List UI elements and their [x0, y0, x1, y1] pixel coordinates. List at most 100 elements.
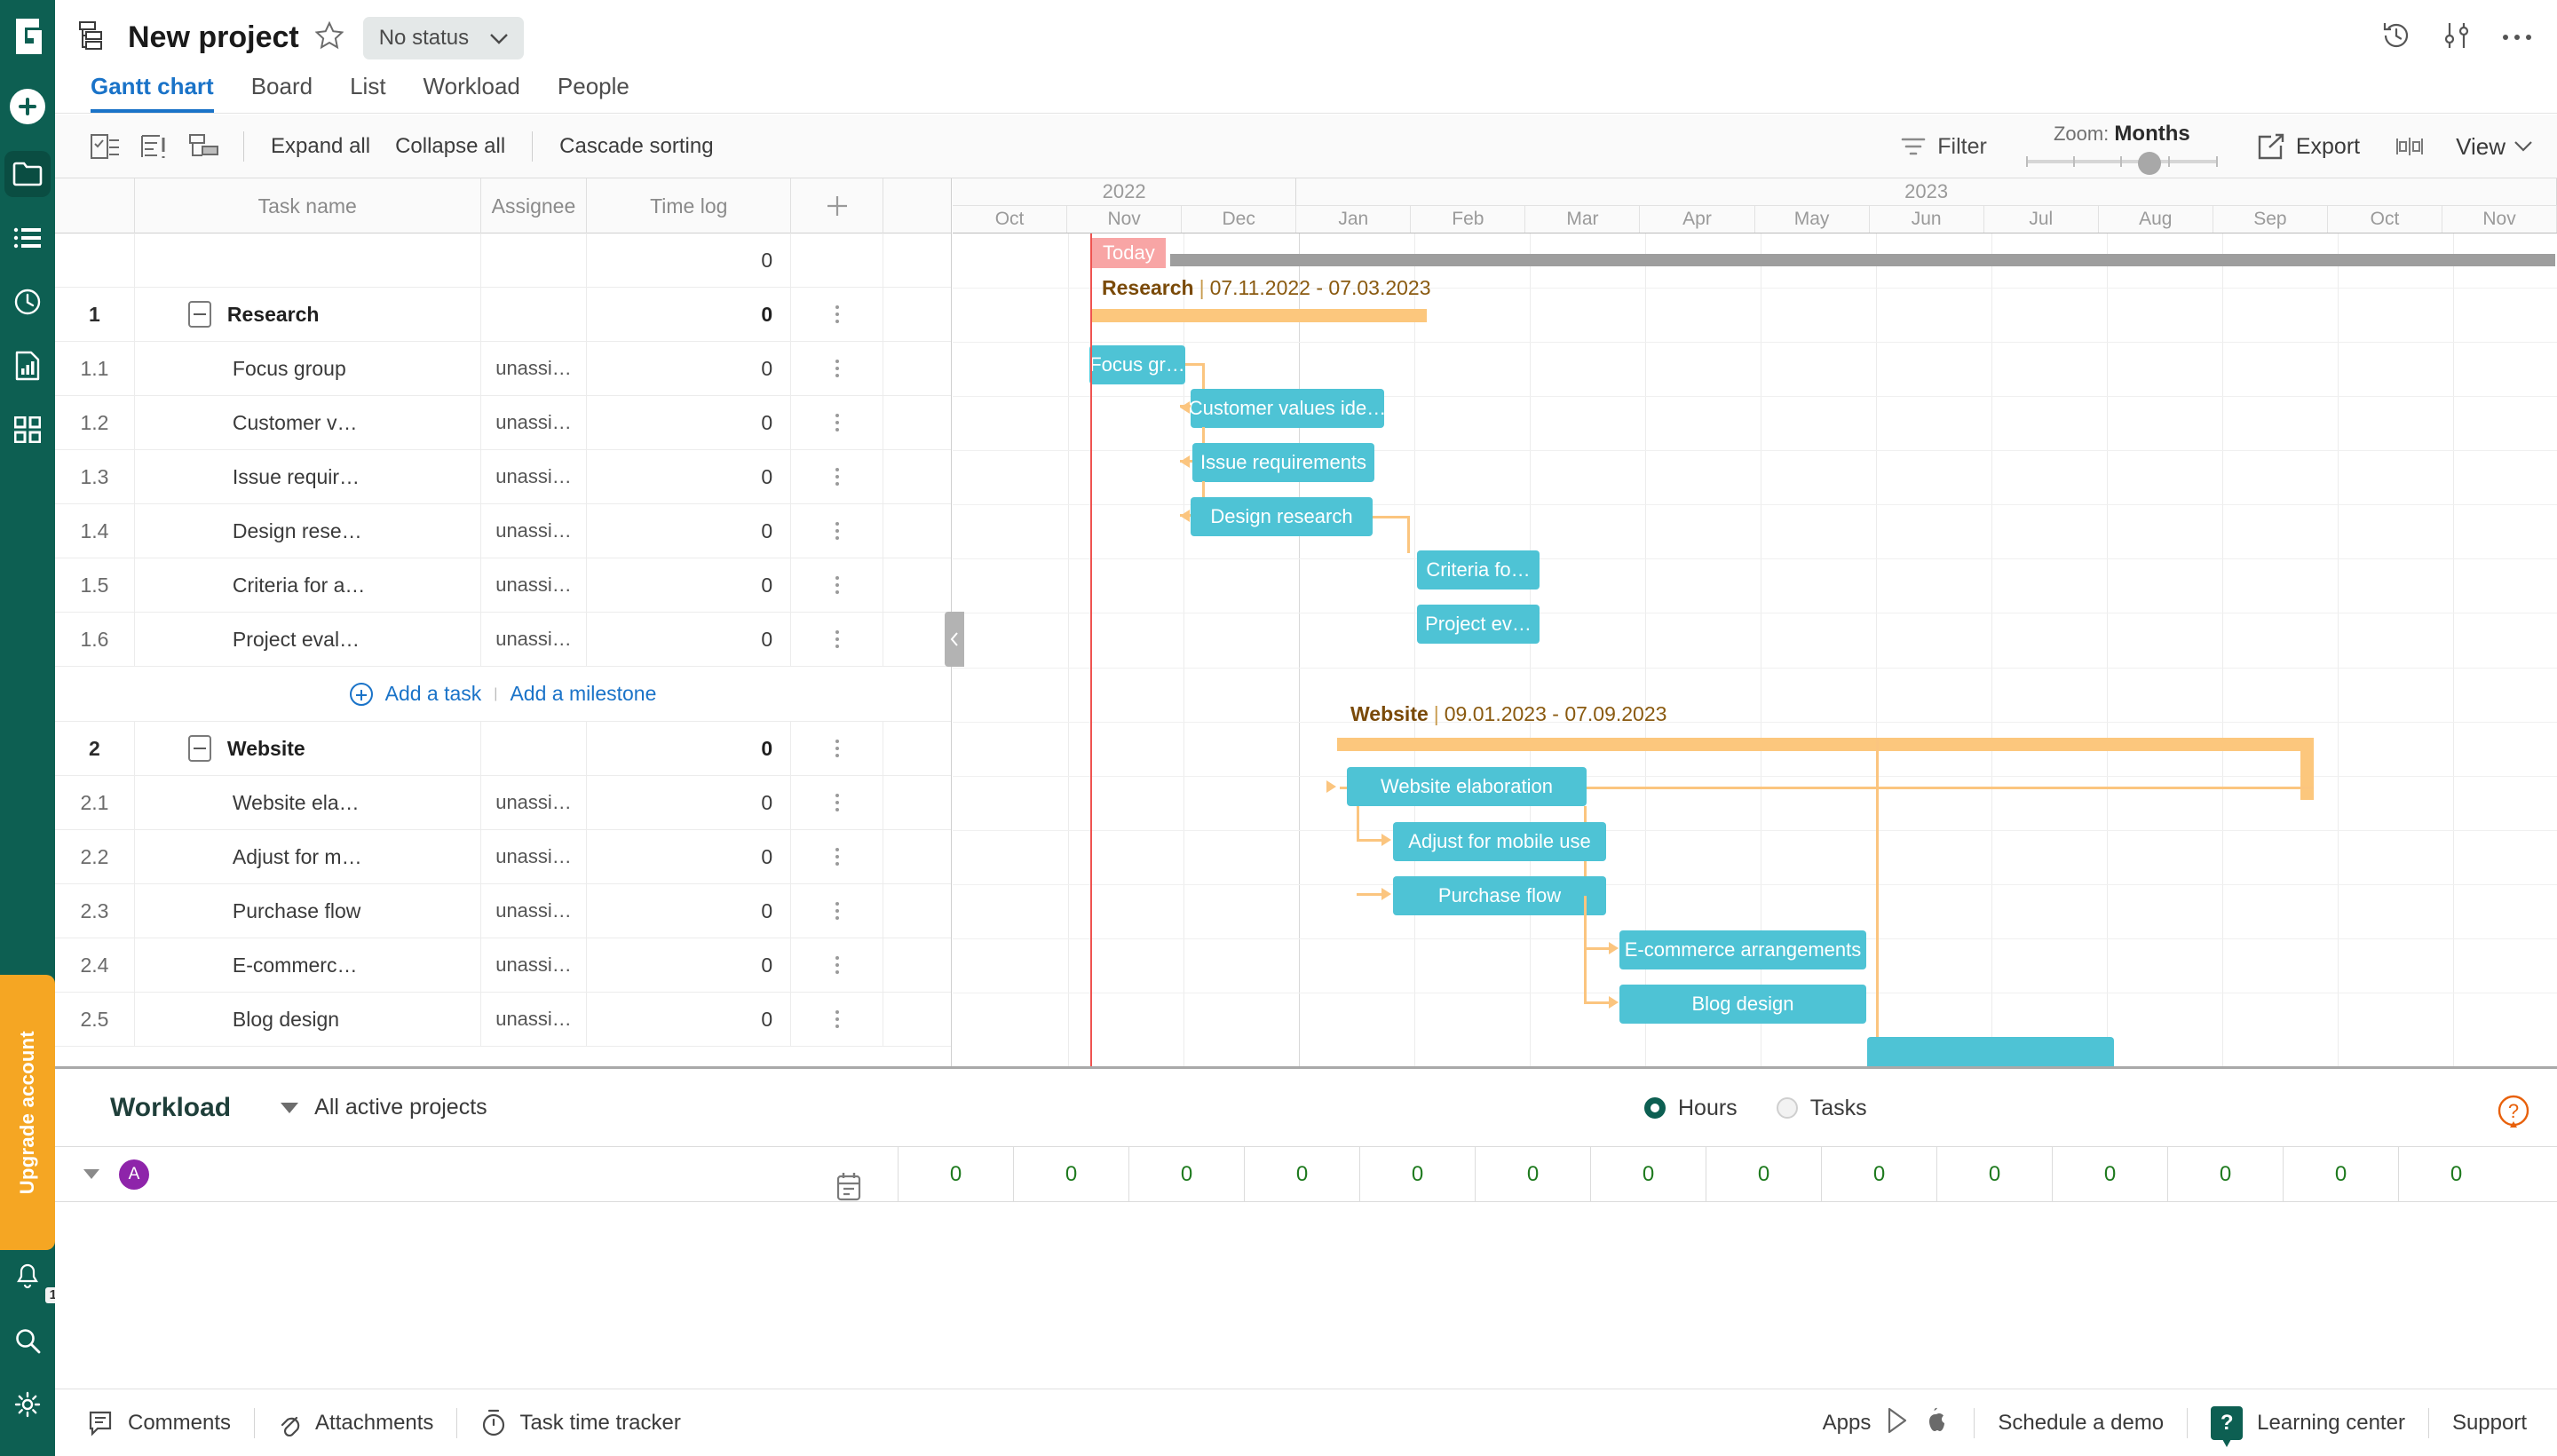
row-task-name[interactable]: Criteria for a… — [135, 558, 481, 612]
critical-path-icon[interactable] — [130, 122, 179, 171]
row-task-name[interactable]: Website ela… — [135, 776, 481, 829]
table-row[interactable]: 2.1 Website ela… unassi… 0 — [55, 776, 951, 830]
apple-icon[interactable] — [1924, 1407, 1947, 1438]
task-bar[interactable]: Adjust for mobile use — [1393, 822, 1606, 861]
summary-bar-website[interactable] — [1337, 738, 2314, 751]
table-row[interactable]: 2 Website 0 — [55, 722, 951, 776]
row-assignee[interactable] — [481, 722, 588, 775]
row-menu-button[interactable] — [791, 450, 883, 503]
workload-resource-row[interactable]: A 0 0 0 0 0 0 0 0 0 — [55, 1147, 2557, 1202]
row-time-log[interactable]: 0 — [587, 776, 791, 829]
table-row[interactable]: 1.4 Design rese… unassi… 0 — [55, 504, 951, 558]
attachments-button[interactable]: Attachments — [278, 1410, 433, 1436]
expand-all-button[interactable]: Expand all — [271, 134, 370, 159]
task-bar[interactable]: E-commerce arrangements — [1619, 930, 1866, 969]
filter-button[interactable]: Filter — [1900, 134, 1987, 160]
row-assignee[interactable]: unassi… — [481, 613, 588, 666]
table-row[interactable]: 1.5 Criteria for a… unassi… 0 — [55, 558, 951, 613]
add-task-link[interactable]: Add a task — [385, 682, 482, 706]
sidebar-item-notifications[interactable]: 1 — [0, 1245, 55, 1309]
row-menu-button[interactable] — [791, 884, 883, 938]
export-button[interactable]: Export — [2257, 133, 2360, 160]
table-row[interactable]: 1.2 Customer v… unassi… 0 — [55, 396, 951, 450]
row-time-log[interactable]: 0 — [587, 613, 791, 666]
checklist-icon[interactable] — [80, 122, 130, 171]
row-task-name[interactable]: Adjust for m… — [135, 830, 481, 883]
row-task-name[interactable]: Issue requir… — [135, 450, 481, 503]
baseline-icon[interactable] — [179, 122, 229, 171]
collapse-toggle-icon[interactable] — [188, 735, 211, 762]
row-time-log[interactable]: 0 — [587, 342, 791, 395]
tab-workload[interactable]: Workload — [424, 73, 520, 113]
summary-bar-research[interactable] — [1091, 309, 1427, 322]
sidebar-item-settings[interactable] — [0, 1373, 55, 1436]
row-time-log[interactable]: 0 — [587, 288, 791, 341]
row-menu-button[interactable] — [791, 342, 883, 395]
calendar-icon[interactable] — [835, 1172, 862, 1207]
table-row[interactable]: 1 Research 0 — [55, 288, 951, 342]
support-link[interactable]: Support — [2452, 1411, 2527, 1436]
sidebar-item-my-tasks[interactable] — [0, 206, 55, 270]
task-bar[interactable]: Blog design — [1619, 985, 1866, 1024]
task-bar[interactable]: Design research — [1191, 497, 1373, 536]
row-assignee[interactable]: unassi… — [481, 938, 588, 992]
column-header-number[interactable] — [55, 178, 135, 233]
row-time-log[interactable]: 0 — [587, 558, 791, 612]
sidebar-item-projects[interactable] — [0, 142, 55, 206]
task-bar[interactable]: Issue requirements — [1192, 443, 1374, 482]
row-assignee[interactable]: unassi… — [481, 830, 588, 883]
table-row-blank[interactable]: 0 — [55, 233, 951, 288]
row-menu-button[interactable] — [791, 993, 883, 1046]
table-row[interactable]: 2.4 E-commerc… unassi… 0 — [55, 938, 951, 993]
sidebar-item-search[interactable] — [0, 1309, 55, 1373]
table-row[interactable]: 2.5 Blog design unassi… 0 — [55, 993, 951, 1047]
row-time-log[interactable]: 0 — [587, 450, 791, 503]
avatar[interactable]: A — [119, 1159, 149, 1190]
row-menu-button[interactable] — [791, 613, 883, 666]
row-time-log[interactable]: 0 — [587, 504, 791, 558]
row-menu-button[interactable] — [791, 558, 883, 612]
row-time-log[interactable]: 0 — [587, 722, 791, 775]
row-assignee[interactable]: unassi… — [481, 504, 588, 558]
history-icon[interactable] — [2381, 20, 2411, 55]
column-header-task-name[interactable]: Task name — [135, 178, 481, 233]
table-row[interactable]: 1.1 Focus group unassi… 0 — [55, 342, 951, 396]
row-task-name[interactable]: Customer v… — [135, 396, 481, 449]
row-assignee[interactable]: unassi… — [481, 558, 588, 612]
row-task-name[interactable]: Design rese… — [135, 504, 481, 558]
help-question-icon[interactable]: ? — [2497, 1094, 2530, 1137]
row-assignee[interactable]: unassi… — [481, 450, 588, 503]
table-row[interactable]: 1.3 Issue requir… unassi… 0 — [55, 450, 951, 504]
settings-sliders-icon[interactable] — [2442, 20, 2472, 55]
row-task-name-cell[interactable]: Website — [135, 722, 481, 775]
row-task-name[interactable]: Blog design — [135, 993, 481, 1046]
task-bar[interactable]: Customer values ide… — [1191, 389, 1384, 428]
workload-project-filter[interactable]: All active projects — [281, 1095, 487, 1120]
sidebar-item-portfolio[interactable] — [0, 398, 55, 462]
status-dropdown[interactable]: No status — [363, 17, 524, 59]
tab-gantt-chart[interactable]: Gantt chart — [91, 73, 214, 113]
row-assignee[interactable] — [481, 288, 588, 341]
collapse-toggle-icon[interactable] — [188, 301, 211, 328]
app-logo[interactable] — [0, 0, 55, 71]
row-task-name-cell[interactable]: Research — [135, 288, 481, 341]
schedule-demo-link[interactable]: Schedule a demo — [1998, 1411, 2164, 1436]
row-menu-button[interactable] — [791, 722, 883, 775]
table-row[interactable]: 2.2 Adjust for m… unassi… 0 — [55, 830, 951, 884]
row-assignee[interactable]: unassi… — [481, 776, 588, 829]
row-assignee[interactable]: unassi… — [481, 342, 588, 395]
row-menu-button[interactable] — [791, 504, 883, 558]
task-bar[interactable]: Project ev… — [1417, 605, 1540, 644]
collapse-all-button[interactable]: Collapse all — [395, 134, 505, 159]
panel-collapse-handle[interactable] — [945, 612, 964, 667]
row-task-name[interactable]: Purchase flow — [135, 884, 481, 938]
row-assignee[interactable]: unassi… — [481, 396, 588, 449]
task-bar-partial[interactable] — [1867, 1037, 2114, 1066]
row-time-log[interactable]: 0 — [587, 830, 791, 883]
row-assignee[interactable]: unassi… — [481, 884, 588, 938]
caret-down-icon[interactable] — [83, 1169, 99, 1179]
add-column-button[interactable] — [791, 178, 883, 233]
row-time-log[interactable]: 0 — [587, 938, 791, 992]
zoom-slider-thumb[interactable] — [2138, 152, 2161, 175]
sidebar-item-time-log[interactable] — [0, 270, 55, 334]
